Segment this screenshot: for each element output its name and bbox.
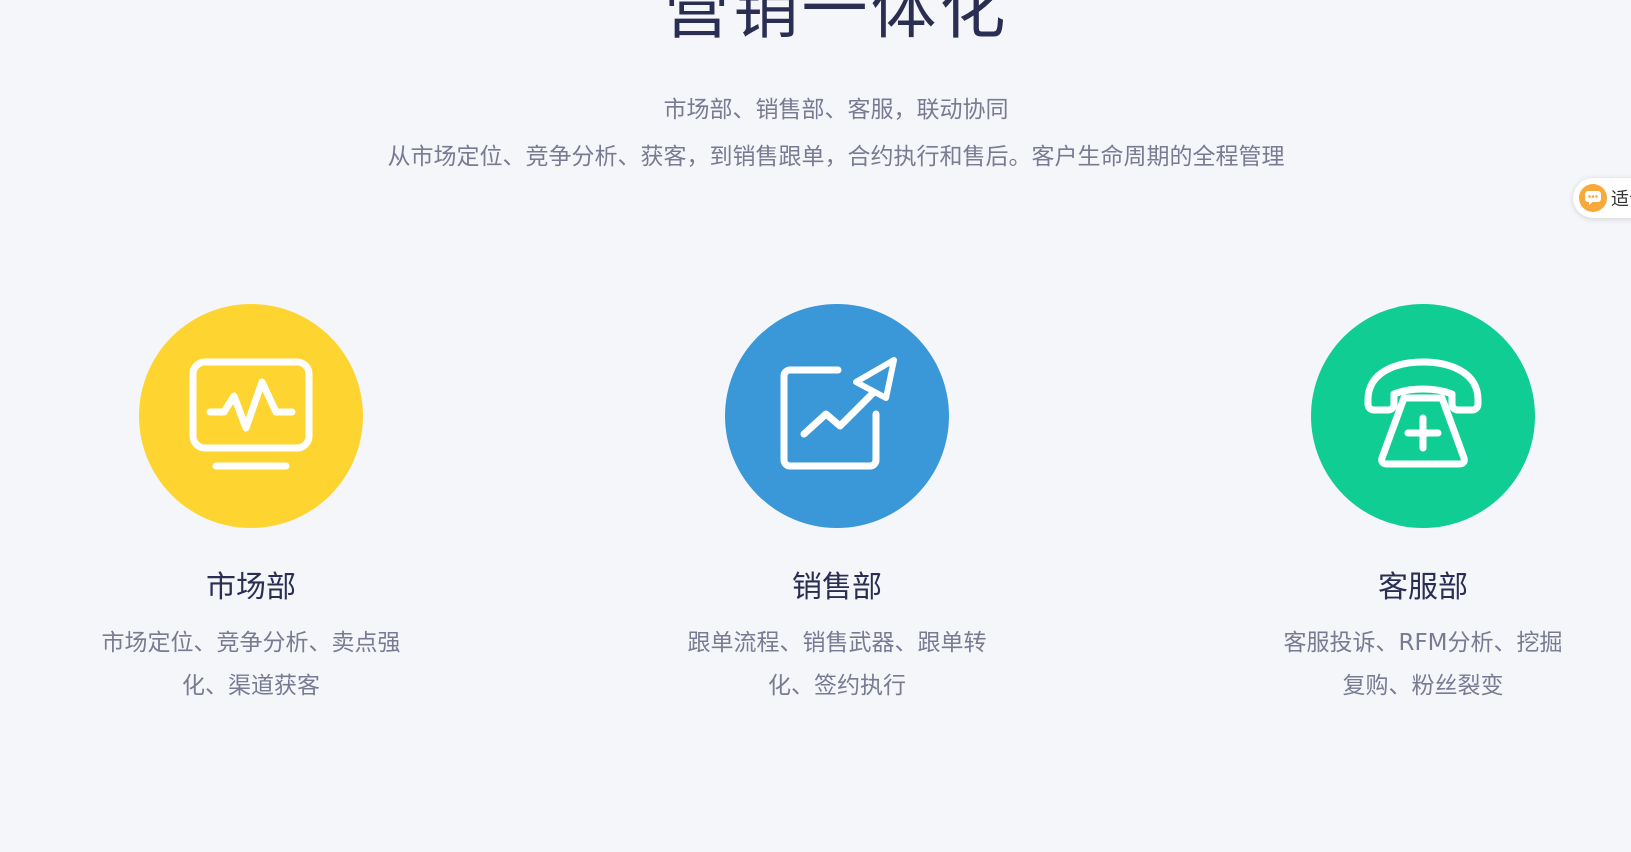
telephone-icon	[1364, 358, 1482, 468]
department-icon-circle	[725, 304, 949, 528]
chat-widget-label: 适合	[1611, 189, 1631, 210]
department-icon-circle	[139, 304, 363, 528]
department-title: 客服部	[1378, 570, 1468, 605]
department-card-service: 客服部 客服投诉、RFM分析、挖掘复购、粉丝裂变	[1223, 304, 1623, 708]
growth-chart-icon	[780, 357, 897, 470]
page-title: 营销一体化	[663, 0, 1009, 48]
subtitle-line-2: 从市场定位、竞争分析、获客，到销售跟单，合约执行和售后。客户生命周期的全程管理	[387, 144, 1285, 170]
department-description: 跟单流程、销售武器、跟单转化、签约执行	[687, 630, 987, 699]
department-icon-circle	[1311, 304, 1535, 528]
subtitle-line-1: 市场部、销售部、客服，联动协同	[663, 97, 1009, 123]
department-title: 市场部	[206, 570, 296, 605]
monitor-pulse-icon	[189, 358, 313, 470]
department-description: 客服投诉、RFM分析、挖掘复购、粉丝裂变	[1283, 630, 1563, 699]
chat-widget[interactable]: 适合	[1573, 178, 1631, 218]
department-card-sales: 销售部 跟单流程、销售武器、跟单转化、签约执行	[637, 304, 1037, 708]
department-description: 市场定位、竞争分析、卖点强化、渠道获客	[101, 630, 401, 699]
chat-bubble-icon	[1579, 184, 1607, 212]
department-title: 销售部	[792, 570, 882, 605]
department-card-marketing: 市场部 市场定位、竞争分析、卖点强化、渠道获客	[51, 304, 451, 708]
